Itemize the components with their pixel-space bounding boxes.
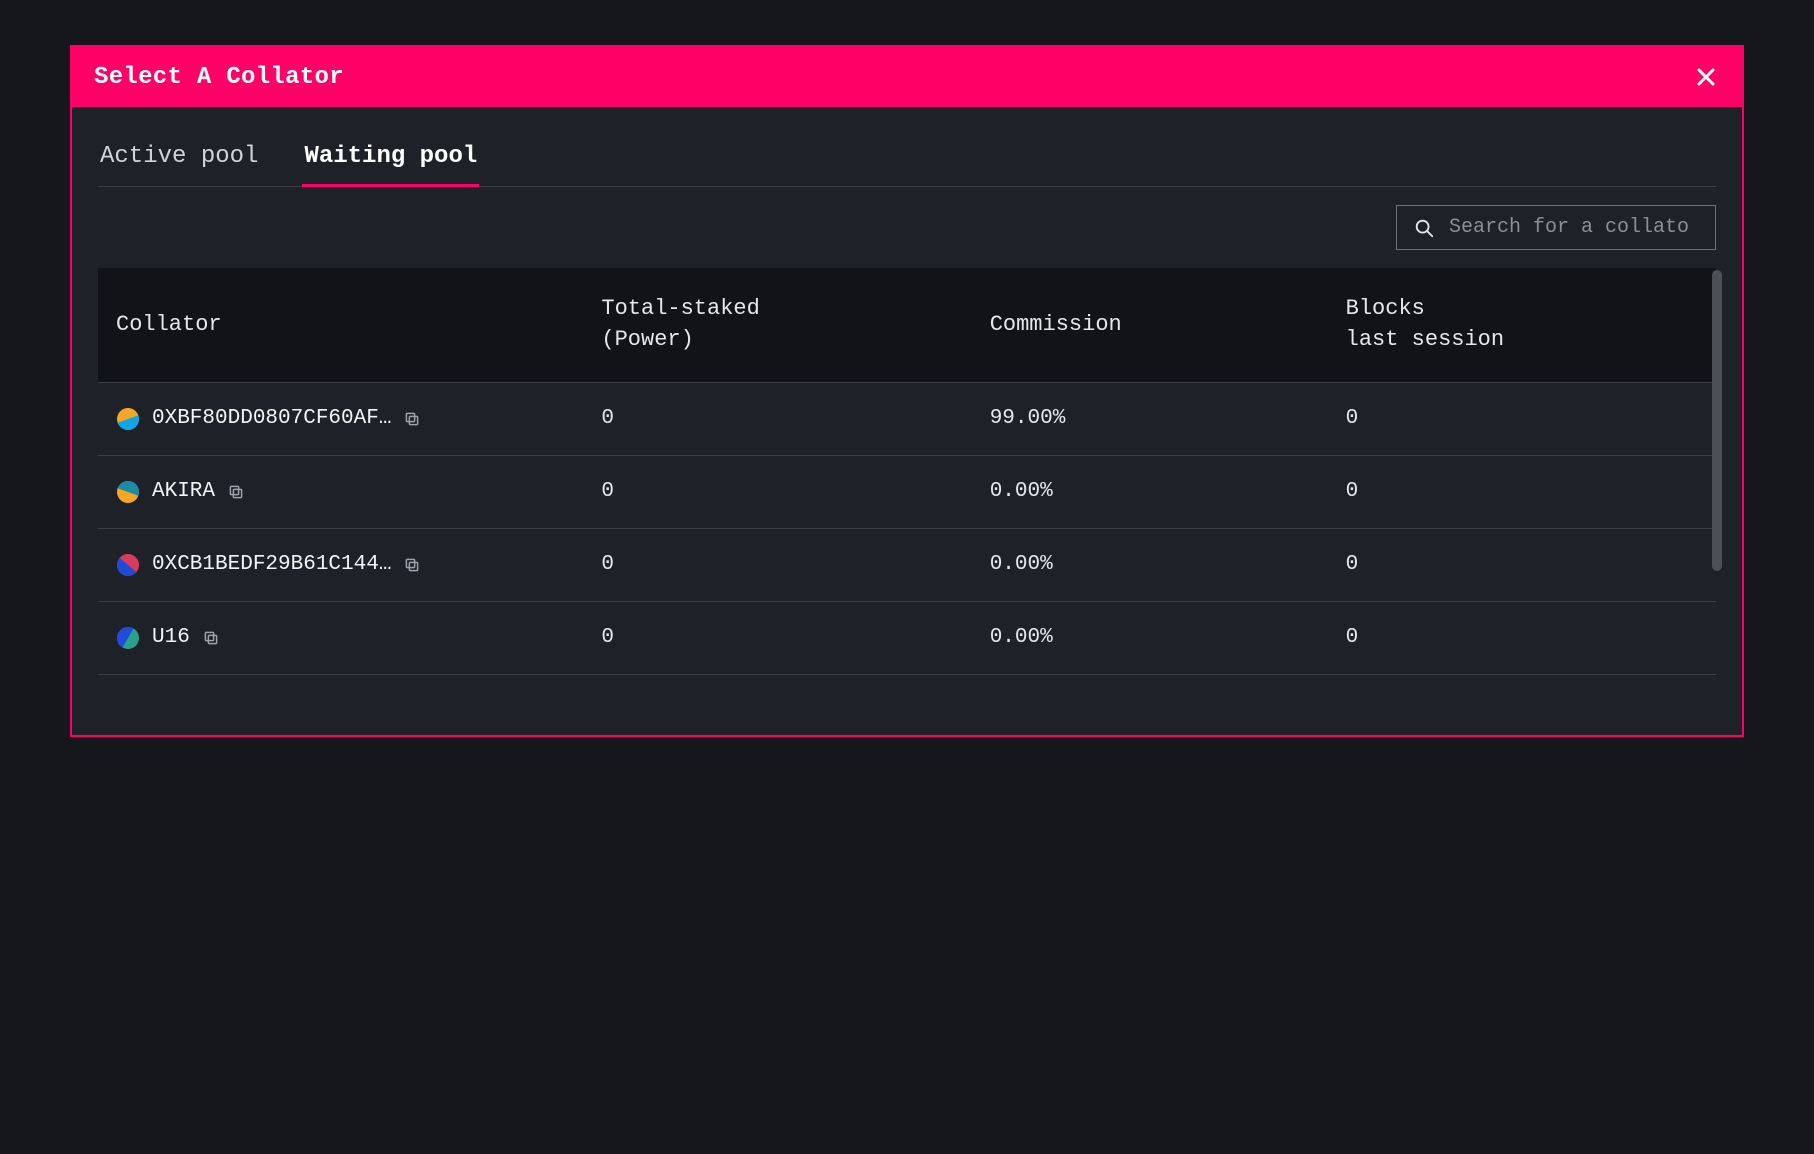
- collator-name: 0XBF80DD0807CF60AF…: [152, 407, 391, 430]
- col-header-total-staked[interactable]: Total-staked (Power): [583, 268, 971, 382]
- col-header-collator[interactable]: Collator: [98, 268, 583, 382]
- collator-name: U16: [152, 626, 190, 649]
- collator-table: Collator Total-staked (Power) Commission…: [98, 268, 1716, 675]
- tab-waiting-pool[interactable]: Waiting pool: [302, 131, 479, 186]
- collator-cell: AKIRA: [116, 480, 565, 504]
- table-wrap: Collator Total-staked (Power) Commission…: [98, 268, 1716, 675]
- copy-icon: [202, 629, 220, 647]
- collator-cell: 0XBF80DD0807CF60AF…: [116, 407, 565, 431]
- collator-name: AKIRA: [152, 480, 215, 503]
- copy-address-button[interactable]: [403, 410, 421, 428]
- search-box[interactable]: [1396, 205, 1716, 250]
- identicon: [116, 553, 140, 577]
- copy-icon: [403, 410, 421, 428]
- cell-commission: 0.00%: [972, 528, 1328, 601]
- copy-address-button[interactable]: [202, 629, 220, 647]
- search-row: [98, 205, 1716, 250]
- modal-title: Select A Collator: [94, 64, 344, 91]
- copy-icon: [403, 556, 421, 574]
- scrollbar[interactable]: [1712, 270, 1722, 656]
- close-icon: [1694, 65, 1718, 89]
- cell-blocks: 0: [1328, 382, 1716, 455]
- col-header-commission[interactable]: Commission: [972, 268, 1328, 382]
- search-input[interactable]: [1449, 216, 1689, 239]
- modal-content: Active pool Waiting pool Collator Total-: [72, 107, 1742, 735]
- close-button[interactable]: [1692, 63, 1720, 91]
- copy-address-button[interactable]: [227, 483, 245, 501]
- cell-commission: 99.00%: [972, 382, 1328, 455]
- cell-total-staked: 0: [583, 382, 971, 455]
- table-header-row: Collator Total-staked (Power) Commission…: [98, 268, 1716, 382]
- select-collator-modal: Select A Collator Active pool Waiting po…: [70, 45, 1744, 737]
- collator-cell: 0XCB1BEDF29B61C144…: [116, 553, 565, 577]
- table-row[interactable]: AKIRA 0 0.00% 0: [98, 455, 1716, 528]
- col-header-blocks[interactable]: Blocks last session: [1328, 268, 1716, 382]
- cell-blocks: 0: [1328, 455, 1716, 528]
- identicon: [116, 626, 140, 650]
- cell-total-staked: 0: [583, 601, 971, 674]
- cell-commission: 0.00%: [972, 455, 1328, 528]
- identicon: [116, 480, 140, 504]
- cell-blocks: 0: [1328, 528, 1716, 601]
- copy-address-button[interactable]: [403, 556, 421, 574]
- collator-cell: U16: [116, 626, 565, 650]
- collator-name: 0XCB1BEDF29B61C144…: [152, 553, 391, 576]
- scrollbar-thumb[interactable]: [1712, 270, 1722, 571]
- cell-commission: 0.00%: [972, 601, 1328, 674]
- modal-header: Select A Collator: [72, 47, 1742, 107]
- copy-icon: [227, 483, 245, 501]
- tab-active-pool[interactable]: Active pool: [98, 131, 260, 186]
- table-row[interactable]: 0XBF80DD0807CF60AF… 0 99.00% 0: [98, 382, 1716, 455]
- table-row[interactable]: U16 0 0.00% 0: [98, 601, 1716, 674]
- table-row[interactable]: 0XCB1BEDF29B61C144… 0 0.00% 0: [98, 528, 1716, 601]
- search-icon: [1413, 217, 1435, 239]
- tabs: Active pool Waiting pool: [98, 131, 1716, 187]
- cell-total-staked: 0: [583, 455, 971, 528]
- cell-blocks: 0: [1328, 601, 1716, 674]
- cell-total-staked: 0: [583, 528, 971, 601]
- identicon: [116, 407, 140, 431]
